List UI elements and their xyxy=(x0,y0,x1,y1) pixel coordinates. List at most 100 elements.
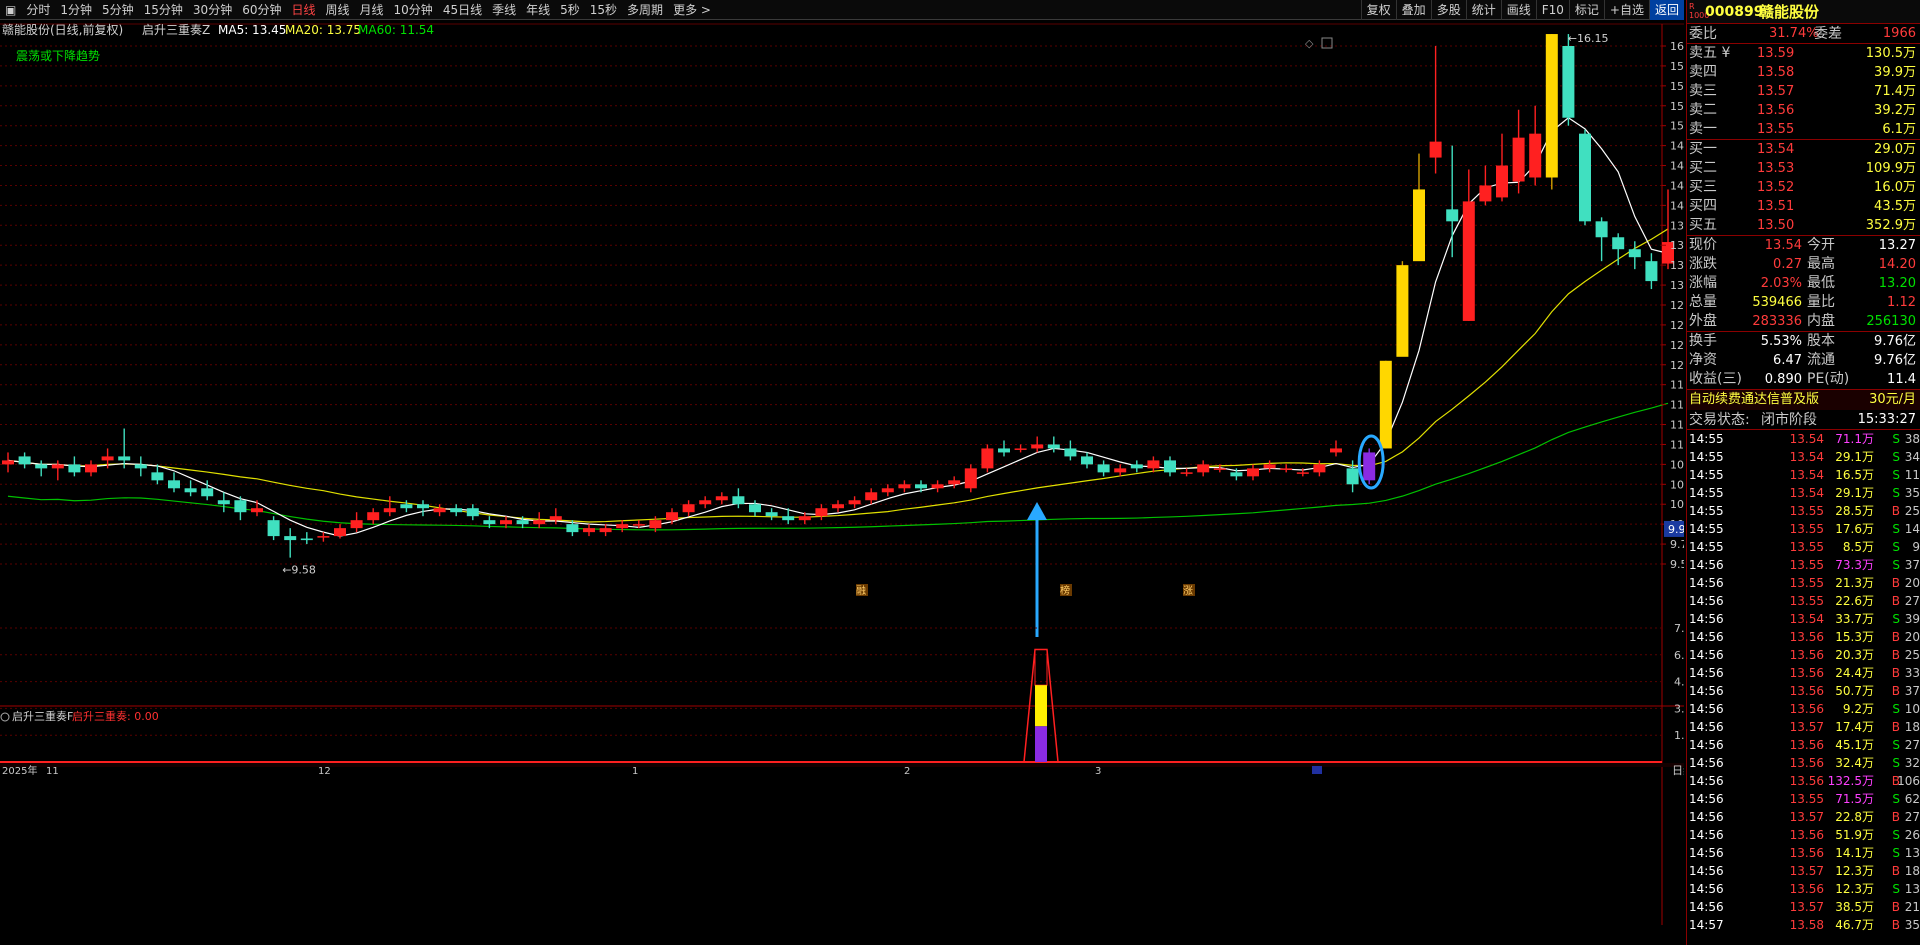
candle-body xyxy=(1313,464,1326,473)
bid-price: 13.53 xyxy=(1757,161,1795,176)
tick-time: 14:55 xyxy=(1689,486,1724,500)
tick-side: S xyxy=(1892,432,1900,446)
tick-price: 13.54 xyxy=(1789,432,1824,446)
period-tab-14[interactable]: 15秒 xyxy=(585,0,622,20)
market-badge: R 1000 xyxy=(1689,2,1710,20)
candle-body xyxy=(549,516,562,521)
toolbar-menu-icon[interactable]: ▣ xyxy=(0,0,21,20)
stat-label: 最低 xyxy=(1807,275,1835,291)
toolbar-action-6[interactable]: 标记 xyxy=(1568,0,1604,20)
candle-body xyxy=(300,538,313,541)
period-tab-6[interactable]: 日线 xyxy=(286,0,320,20)
period-tab-12[interactable]: 年线 xyxy=(521,0,555,20)
price-tick-label: 14.25 xyxy=(1670,179,1684,192)
candle-body xyxy=(1379,360,1392,449)
ask-price: 13.58 xyxy=(1757,65,1795,80)
period-tab-13[interactable]: 5秒 xyxy=(555,0,585,20)
period-tab-16[interactable]: 更多 > xyxy=(668,0,716,20)
candle-body xyxy=(848,500,861,505)
candle-body xyxy=(1612,237,1625,250)
fundamental-stats: 换手 5.53% 股本 9.76亿 净资 6.47 流通 9.76亿 收益(三) 0.890 PE(… xyxy=(1687,332,1920,390)
date-axis-bg xyxy=(0,763,1684,767)
tick-count: 13 xyxy=(1904,846,1920,860)
tick-row: 14:55 13.55 17.6万 S 14 xyxy=(1687,520,1920,538)
price-tick-label: 14.75 xyxy=(1670,140,1684,153)
period-tab-2[interactable]: 5分钟 xyxy=(97,0,139,20)
tick-volume: 21.3万 xyxy=(1835,576,1874,590)
tick-row: 14:56 13.56 12.3万 S 13 xyxy=(1687,880,1920,898)
period-tab-1[interactable]: 1分钟 xyxy=(55,0,97,20)
tick-side: B xyxy=(1891,864,1900,878)
candle-body xyxy=(433,508,446,513)
candle-body xyxy=(85,464,97,473)
ask-book: 卖五 ¥13.59 130.5万 卖四 13.58 39.9万 卖三 13.57 71.4万卖… xyxy=(1687,44,1920,140)
toolbar-action-2[interactable]: 多股 xyxy=(1430,0,1466,20)
tick-volume: 24.4万 xyxy=(1835,666,1874,680)
sub-tick-label: 4.50 xyxy=(1674,676,1684,689)
candle-body xyxy=(1429,141,1442,158)
period-tab-4[interactable]: 30分钟 xyxy=(188,0,237,20)
tick-count: 9 xyxy=(1912,540,1920,554)
tick-time: 14:56 xyxy=(1689,738,1724,752)
period-tab-10[interactable]: 45日线 xyxy=(438,0,487,20)
tick-side: S xyxy=(1892,450,1900,464)
toolbar-action-8[interactable]: 返回 xyxy=(1648,0,1684,20)
candle-body xyxy=(1579,133,1591,222)
period-tab-0[interactable]: 分时 xyxy=(21,0,55,20)
candle-body xyxy=(1595,221,1608,238)
bid-row: 买二 13.53 109.9万 xyxy=(1687,159,1920,178)
tick-side: B xyxy=(1891,810,1900,824)
sub-tick-label: 1.50 xyxy=(1674,729,1684,742)
tick-list[interactable]: 14:55 13.54 71.1万 S 38 14:55 13.54 29.1万 S 34 14:5… xyxy=(1687,430,1920,934)
wb-label: 委比 xyxy=(1689,26,1717,42)
candle-body xyxy=(964,468,977,489)
stat-label: 今开 xyxy=(1807,237,1835,253)
candle-body xyxy=(1330,448,1342,453)
tick-price: 13.56 xyxy=(1789,882,1824,896)
toolbar-action-7[interactable]: +自选 xyxy=(1603,0,1649,20)
fund-value: 9.76亿 xyxy=(1874,353,1916,368)
tick-row: 14:56 13.57 22.8万 B 27 xyxy=(1687,808,1920,826)
tick-side: S xyxy=(1892,702,1900,716)
stat-value: 13.54 xyxy=(1764,238,1802,253)
tick-side: B xyxy=(1891,576,1900,590)
tick-time: 14:56 xyxy=(1689,648,1724,662)
candle-body xyxy=(1097,464,1110,473)
tick-count: 38 xyxy=(1904,432,1920,446)
tick-price: 13.57 xyxy=(1789,810,1824,824)
period-tab-3[interactable]: 15分钟 xyxy=(139,0,188,20)
quote-panel: R 1000 000899 赣能股份 委比 31.74% 委差 1966 卖五 … xyxy=(1686,0,1920,945)
toolbar-action-4[interactable]: 画线 xyxy=(1500,0,1536,20)
period-toolbar: ▣ 分时 1分钟 5分钟 15分钟 30分钟 60分钟 日线 周线 月线 10分钟 45日线 季线 年线… xyxy=(0,0,1684,20)
fund-label: 换手 xyxy=(1689,333,1717,349)
toolbar-action-1[interactable]: 叠加 xyxy=(1395,0,1431,20)
tick-price: 13.55 xyxy=(1789,558,1824,572)
tick-side: B xyxy=(1891,504,1900,518)
period-tab-11[interactable]: 季线 xyxy=(487,0,521,20)
period-tab-15[interactable]: 多周期 xyxy=(622,0,668,20)
bid-label: 买四 xyxy=(1689,198,1717,214)
stat-label: 最高 xyxy=(1807,256,1835,272)
stat-value: 0.27 xyxy=(1773,257,1802,272)
ask-price: 13.57 xyxy=(1757,84,1795,99)
period-tab-8[interactable]: 月线 xyxy=(355,0,389,20)
period-tab-5[interactable]: 60分钟 xyxy=(237,0,286,20)
toolbar-action-5[interactable]: F10 xyxy=(1535,0,1569,20)
promo-banner[interactable]: 自动续费通达信普及版 30元/月 xyxy=(1687,390,1920,410)
tick-row: 14:56 13.56 50.7万 B 37 xyxy=(1687,682,1920,700)
tick-volume: 9.2万 xyxy=(1842,702,1874,716)
tick-count: 33 xyxy=(1904,666,1920,680)
current-price-tag: 9.94 xyxy=(1668,523,1684,536)
toolbar-action-3[interactable]: 统计 xyxy=(1465,0,1501,20)
bid-volume: 29.0万 xyxy=(1874,142,1916,157)
period-tab-9[interactable]: 10分钟 xyxy=(389,0,438,20)
candle-body xyxy=(1363,452,1376,481)
kline-chart[interactable]: 16.0015.7515.5015.2515.0014.7514.5014.25… xyxy=(0,20,1684,945)
tick-count: 20 xyxy=(1904,576,1920,590)
period-tab-7[interactable]: 周线 xyxy=(321,0,355,20)
candle-body xyxy=(865,492,878,501)
candle-body xyxy=(466,508,479,517)
ask-label: 卖三 xyxy=(1689,83,1717,99)
ask-volume: 39.9万 xyxy=(1874,65,1916,80)
toolbar-action-0[interactable]: 复权 xyxy=(1360,0,1396,20)
